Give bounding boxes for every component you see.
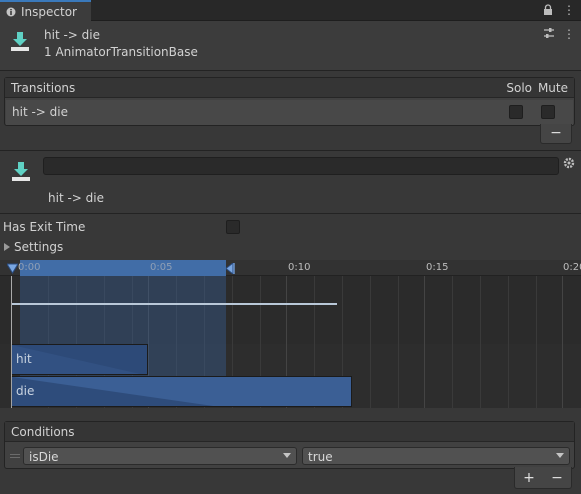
- transition-details: hit -> die: [0, 150, 581, 214]
- chevron-down-icon: [556, 453, 564, 458]
- tab-bar: Inspector ⋮: [0, 0, 581, 21]
- tab-tools: ⋮: [543, 3, 575, 17]
- chevron-down-icon: [283, 453, 291, 458]
- remove-transition-button[interactable]: −: [540, 124, 572, 144]
- transition-curve: [12, 303, 337, 305]
- transition-icon: [12, 162, 30, 181]
- has-exit-time-checkbox[interactable]: [226, 220, 240, 234]
- header-tools: ⋮: [543, 27, 575, 41]
- tick-label: 0:10: [288, 262, 311, 273]
- solo-checkbox[interactable]: [509, 105, 523, 119]
- transition-end-marker-icon[interactable]: [226, 263, 235, 274]
- clip-hit[interactable]: hit: [11, 344, 148, 375]
- transition-name: hit -> die: [48, 191, 104, 205]
- settings-label: Settings: [14, 240, 64, 254]
- transition-start-marker-icon[interactable]: [7, 263, 18, 274]
- gear-icon[interactable]: [563, 157, 575, 169]
- mute-column-label: Mute: [537, 81, 568, 95]
- condition-parameter-dropdown[interactable]: isDie: [23, 447, 297, 465]
- conditions-list: Conditions isDie true: [4, 421, 575, 469]
- foldout-arrow-icon: [4, 243, 10, 251]
- info-icon: [6, 7, 16, 16]
- tick-label: 0:15: [426, 262, 449, 273]
- transition-name-field[interactable]: [43, 157, 559, 175]
- kebab-menu-icon[interactable]: ⋮: [563, 3, 575, 17]
- remove-condition-button[interactable]: −: [551, 470, 563, 486]
- transition-row[interactable]: hit -> die: [6, 100, 573, 125]
- transition-row-label: hit -> die: [12, 105, 68, 119]
- transitions-header: Transitions Solo Mute: [5, 78, 574, 98]
- conditions-footer: + −: [514, 467, 572, 489]
- condition-value-dropdown[interactable]: true: [302, 447, 570, 465]
- clip-blend-shape: [12, 345, 141, 374]
- transitions-list: Transitions Solo Mute hit -> die: [4, 77, 575, 126]
- transition-timeline[interactable]: 0:00 0:05 0:10 0:15 0:20 hit die: [0, 260, 581, 408]
- tab-inspector[interactable]: Inspector: [0, 0, 91, 21]
- transitions-header-label: Transitions: [11, 81, 76, 95]
- transition-icon: [11, 32, 29, 51]
- header-title: hit -> die: [44, 28, 100, 42]
- drag-handle-icon[interactable]: [10, 454, 20, 458]
- settings-foldout[interactable]: Settings: [3, 240, 63, 254]
- has-exit-time-label: Has Exit Time: [3, 220, 86, 234]
- tick-label: 0:20: [563, 262, 581, 273]
- inspector-header: hit -> die 1 AnimatorTransitionBase ⋮: [0, 21, 581, 71]
- tab-label: Inspector: [21, 4, 77, 19]
- mute-checkbox[interactable]: [541, 105, 555, 119]
- playhead[interactable]: [11, 276, 12, 408]
- preset-icon[interactable]: [543, 27, 555, 39]
- condition-parameter-value: isDie: [29, 450, 59, 464]
- conditions-header-label: Conditions: [11, 425, 75, 439]
- header-subtitle: 1 AnimatorTransitionBase: [44, 45, 198, 59]
- clip-label: die: [16, 384, 35, 398]
- clip-blend-shape: [12, 377, 214, 406]
- condition-row: isDie true: [6, 444, 573, 468]
- conditions-header: Conditions: [5, 422, 574, 442]
- clip-die[interactable]: die: [11, 376, 352, 407]
- clip-label: hit: [16, 352, 32, 366]
- condition-value: true: [308, 450, 333, 464]
- lock-icon[interactable]: [543, 4, 553, 16]
- add-condition-button[interactable]: +: [523, 470, 535, 486]
- solo-column-label: Solo: [506, 81, 532, 95]
- kebab-menu-icon[interactable]: ⋮: [563, 27, 575, 41]
